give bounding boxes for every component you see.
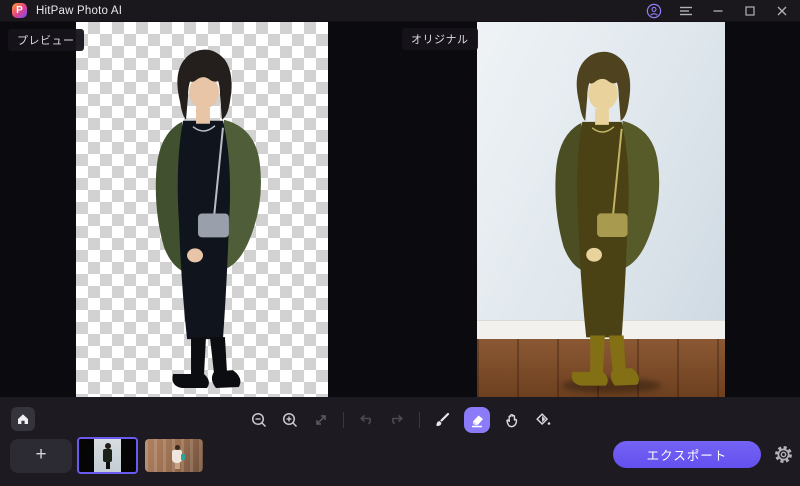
original-label-badge: オリジナル xyxy=(402,28,478,50)
thumbnail-image xyxy=(94,439,121,472)
zoom-in-icon xyxy=(282,412,298,428)
zoom-out-icon xyxy=(251,412,267,428)
menu-button[interactable] xyxy=(672,0,700,22)
toolbar-divider xyxy=(419,412,420,428)
redo-button[interactable] xyxy=(388,411,406,429)
canvas-area: プレビュー オリジナル xyxy=(0,22,800,397)
home-button[interactable] xyxy=(11,407,35,431)
preview-label-badge: プレビュー xyxy=(8,29,84,51)
home-icon xyxy=(18,414,28,424)
tool-row xyxy=(250,407,552,433)
toolbar-divider xyxy=(343,412,344,428)
gear-icon xyxy=(774,445,792,463)
minimize-button[interactable] xyxy=(704,0,732,22)
thumbnail-image xyxy=(172,444,185,469)
fill-button[interactable] xyxy=(534,411,552,429)
undo-icon xyxy=(360,414,372,425)
eraser-icon xyxy=(472,415,483,428)
maximize-button[interactable] xyxy=(736,0,764,22)
app-logo-icon: P xyxy=(12,3,27,18)
hand-icon xyxy=(506,413,518,428)
account-icon xyxy=(646,3,662,18)
thumbnail-portrait-photo[interactable] xyxy=(77,437,138,474)
fill-icon xyxy=(536,413,551,426)
expand-button[interactable] xyxy=(312,411,330,429)
close-icon xyxy=(777,6,787,15)
original-canvas xyxy=(477,22,725,397)
add-image-button[interactable]: + xyxy=(10,439,72,473)
maximize-icon xyxy=(745,5,755,16)
zoom-in-button[interactable] xyxy=(281,411,299,429)
preview-canvas[interactable] xyxy=(76,22,328,397)
hamburger-menu-icon xyxy=(680,6,692,15)
window-titlebar: P HitPaw Photo AI xyxy=(0,0,800,22)
expand-icon xyxy=(316,415,326,425)
minimize-icon xyxy=(713,9,723,12)
eraser-button[interactable] xyxy=(464,407,490,433)
app-title: HitPaw Photo AI xyxy=(36,4,123,17)
brush-icon xyxy=(436,412,450,427)
settings-button[interactable] xyxy=(772,443,794,465)
zoom-out-button[interactable] xyxy=(250,411,268,429)
person-cutout-figure xyxy=(155,49,261,389)
close-button[interactable] xyxy=(768,0,796,22)
person-masked-figure xyxy=(555,51,660,386)
account-button[interactable] xyxy=(640,0,668,22)
redo-icon xyxy=(391,414,403,425)
thumbnail-street-photo[interactable] xyxy=(145,439,203,472)
app-window: P HitPaw Photo AI プレビュー オリジナル + エクスポート xyxy=(0,0,800,486)
undo-button[interactable] xyxy=(357,411,375,429)
bottom-toolbar-region: + エクスポート xyxy=(0,397,800,486)
hand-button[interactable] xyxy=(503,411,521,429)
export-button[interactable]: エクスポート xyxy=(613,441,761,468)
brush-button[interactable] xyxy=(433,411,451,429)
